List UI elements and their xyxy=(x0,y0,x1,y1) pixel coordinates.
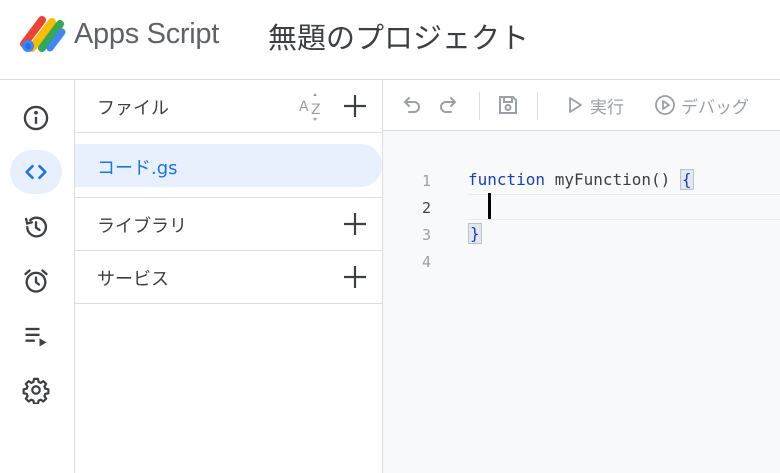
code-line-3[interactable]: } xyxy=(468,223,482,244)
rail-item-executions[interactable] xyxy=(10,205,62,249)
gear-icon xyxy=(22,377,50,404)
files-panel: ファイル A Z コード.gs ライブラリ サービス xyxy=(75,80,383,473)
files-header-label: ファイル xyxy=(97,98,169,119)
app-name[interactable]: Apps Script xyxy=(74,18,219,51)
keyword-function: function xyxy=(468,170,546,189)
add-file-plus-icon[interactable] xyxy=(341,92,369,120)
history-icon xyxy=(24,216,48,238)
debug-button[interactable]: デバッグ xyxy=(681,93,749,118)
close-brace: } xyxy=(468,223,482,244)
file-item-code-gs[interactable]: コード.gs xyxy=(75,144,382,187)
info-icon xyxy=(23,105,49,131)
sort-az-icon[interactable]: A Z xyxy=(297,92,327,122)
debug-icon[interactable] xyxy=(653,93,677,117)
text-cursor xyxy=(488,193,491,219)
current-line-highlight xyxy=(468,194,780,220)
rail-item-editor[interactable] xyxy=(10,150,62,194)
playlist-play-icon xyxy=(25,327,47,347)
code-icon xyxy=(25,164,47,180)
libraries-label: ライブラリ xyxy=(97,216,187,237)
services-section[interactable]: サービス xyxy=(75,251,383,304)
project-title[interactable]: 無題のプロジェクト xyxy=(268,15,529,57)
toolbar-divider xyxy=(537,92,538,120)
file-name: コード.gs xyxy=(97,158,178,179)
rail-item-executions-list[interactable] xyxy=(10,314,62,358)
files-section-header: ファイル A Z xyxy=(75,80,383,133)
code-line-1[interactable]: function myFunction() { xyxy=(468,169,694,190)
line-number: 4 xyxy=(421,253,431,271)
function-signature: myFunction() xyxy=(545,170,680,189)
run-play-icon[interactable] xyxy=(563,93,587,117)
libraries-section[interactable]: ライブラリ xyxy=(75,197,383,251)
rail-item-settings[interactable] xyxy=(10,368,62,412)
editor-toolbar: 実行 デバッグ xyxy=(383,80,780,131)
services-label: サービス xyxy=(97,269,169,290)
apps-script-logo-icon[interactable] xyxy=(20,14,66,54)
code-editor[interactable]: 1 2 3 4 function myFunction() { } xyxy=(383,131,780,473)
add-service-plus-icon[interactable] xyxy=(341,263,369,291)
open-brace: { xyxy=(679,169,694,190)
add-library-plus-icon[interactable] xyxy=(341,210,369,238)
rail-item-overview[interactable] xyxy=(10,96,62,140)
line-number: 3 xyxy=(421,226,431,244)
undo-icon[interactable] xyxy=(399,93,423,117)
rail-item-triggers[interactable] xyxy=(10,259,62,303)
line-number: 2 xyxy=(421,199,431,217)
svg-text:A: A xyxy=(299,99,309,115)
run-button[interactable]: 実行 xyxy=(590,93,624,118)
left-nav-rail xyxy=(0,80,75,473)
toolbar-divider xyxy=(479,92,480,120)
save-icon[interactable] xyxy=(496,93,520,117)
line-number: 1 xyxy=(421,172,431,190)
code-editor-area: 実行 デバッグ 1 2 3 4 function myFunction() { … xyxy=(383,80,780,473)
redo-icon[interactable] xyxy=(437,93,461,117)
alarm-icon xyxy=(24,269,48,293)
app-header: Apps Script 無題のプロジェクト xyxy=(0,0,780,80)
svg-text:Z: Z xyxy=(311,102,321,118)
